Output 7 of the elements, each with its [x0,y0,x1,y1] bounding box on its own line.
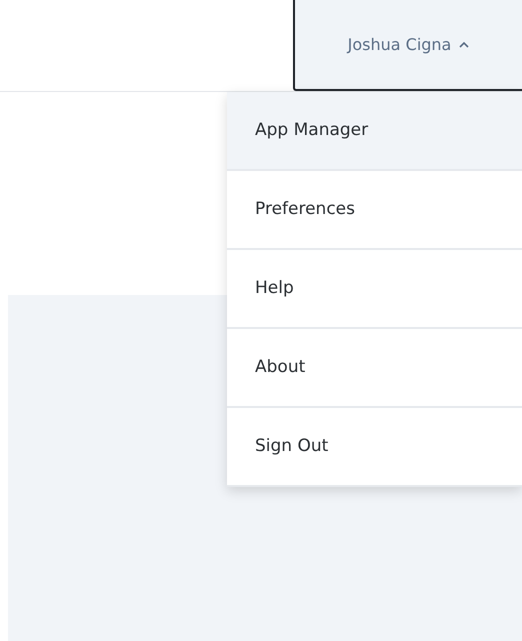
menu-item[interactable]: Help [227,250,522,329]
menu-item[interactable]: Sign Out [227,408,522,487]
chevron-up-icon [459,41,470,48]
menu-item[interactable]: Preferences [227,171,522,250]
menu-item[interactable]: App Manager [227,92,522,171]
menu-item[interactable]: About [227,329,522,408]
user-menu-button[interactable]: Joshua Cigna [293,0,522,91]
